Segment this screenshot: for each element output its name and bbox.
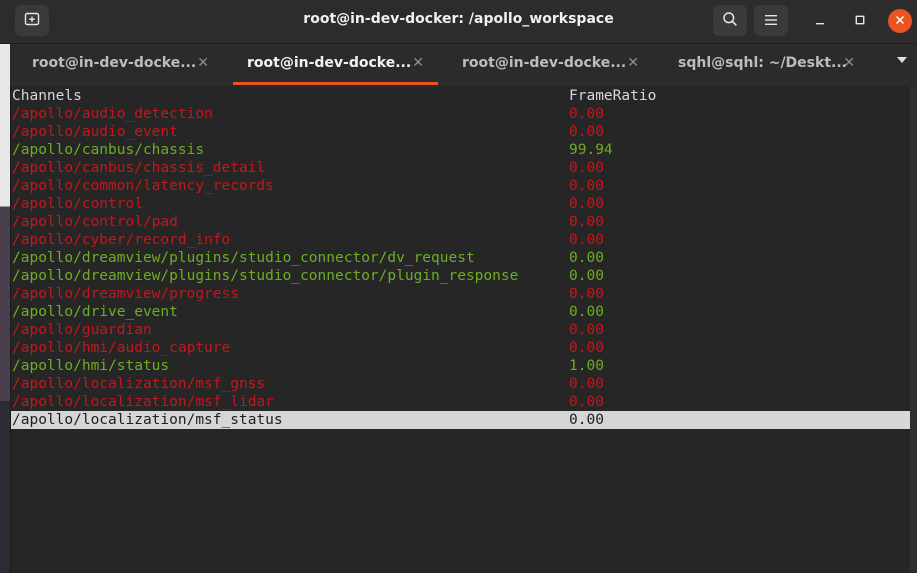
frame-ratio-value: 0.00	[569, 124, 604, 140]
frame-ratio-value: 0.00	[569, 160, 604, 176]
tab-4[interactable]: sqhl@sqhl: ~/Deskt... ✕	[656, 44, 877, 85]
table-row[interactable]: /apollo/common/latency_records 0.00	[11, 177, 911, 195]
frame-ratio-value: 0.00	[569, 340, 604, 356]
terminal-output[interactable]: Channels FrameRatio /apollo/audio_detect…	[10, 86, 911, 573]
table-row[interactable]: /apollo/hmi/audio_capture 0.00	[11, 339, 911, 357]
maximize-icon	[855, 14, 865, 29]
table-row[interactable]: /apollo/control/pad 0.00	[11, 213, 911, 231]
search-button[interactable]	[713, 5, 747, 36]
channel-name: /apollo/control/pad	[12, 214, 178, 230]
tab-label: root@in-dev-docke...	[462, 55, 627, 71]
tab-close-icon[interactable]: ✕	[843, 55, 855, 71]
frame-ratio-value: 0.00	[569, 322, 604, 338]
terminal-scrollbar[interactable]	[910, 86, 917, 573]
table-row[interactable]: /apollo/localization/msf_gnss 0.00	[11, 375, 911, 393]
frame-ratio-value: 0.00	[569, 232, 604, 248]
frame-ratio-value: 0.00	[569, 178, 604, 194]
table-row[interactable]: /apollo/localization/msf_status 0.00	[11, 411, 911, 429]
title-bar: root@in-dev-docker: /apollo_workspace	[0, 0, 917, 44]
frame-ratio-value: 0.00	[569, 376, 604, 392]
tab-bar: root@in-dev-docke... ✕ root@in-dev-docke…	[10, 44, 917, 85]
tab-3[interactable]: root@in-dev-docke... ✕	[440, 44, 661, 85]
tab-close-icon[interactable]: ✕	[197, 55, 209, 71]
table-row[interactable]: /apollo/dreamview/plugins/studio_connect…	[11, 249, 911, 267]
channel-name: /apollo/common/latency_records	[12, 178, 274, 194]
channel-name: /apollo/dreamview/progress	[12, 286, 239, 302]
tab-1[interactable]: root@in-dev-docke... ✕	[10, 44, 231, 85]
hamburger-menu-icon	[764, 11, 778, 30]
tab-list-dropdown-icon[interactable]	[897, 57, 907, 63]
channel-name: /apollo/hmi/status	[12, 358, 170, 374]
channel-name: /apollo/cyber/record_info	[12, 232, 231, 248]
frame-ratio-value: 0.00	[569, 412, 604, 428]
frame-ratio-header: FrameRatio	[569, 88, 657, 104]
table-row[interactable]: /apollo/canbus/chassis_detail 0.00	[11, 159, 911, 177]
search-icon	[722, 11, 738, 31]
maximize-button[interactable]	[848, 9, 872, 33]
menu-button[interactable]	[754, 5, 788, 36]
frame-ratio-value: 0.00	[569, 214, 604, 230]
channel-name: /apollo/canbus/chassis	[12, 142, 205, 158]
tab-label: sqhl@sqhl: ~/Deskt...	[678, 55, 847, 71]
tab-close-icon[interactable]: ✕	[412, 55, 424, 71]
frame-ratio-value: 0.00	[569, 304, 604, 320]
frame-ratio-value: 0.00	[569, 196, 604, 212]
channel-name: /apollo/dreamview/plugins/studio_connect…	[12, 268, 519, 284]
minimize-button[interactable]	[808, 9, 832, 33]
channel-name: /apollo/localization/msf_lidar	[12, 394, 274, 410]
frame-ratio-value: 0.00	[569, 106, 604, 122]
channel-name: /apollo/guardian	[12, 322, 152, 338]
channel-name: /apollo/hmi/audio_capture	[12, 340, 231, 356]
table-row[interactable]: /apollo/hmi/status 1.00	[11, 357, 911, 375]
table-row[interactable]: /apollo/audio_event 0.00	[11, 123, 911, 141]
tab-label: root@in-dev-docke...	[247, 55, 412, 71]
tab-label: root@in-dev-docke...	[32, 55, 197, 71]
table-row[interactable]: /apollo/drive_event 0.00	[11, 303, 911, 321]
channel-name: /apollo/control	[12, 196, 143, 212]
channel-name: /apollo/drive_event	[12, 304, 178, 320]
channel-name: /apollo/dreamview/plugins/studio_connect…	[12, 250, 475, 266]
close-button[interactable]	[888, 9, 912, 33]
channel-name: /apollo/canbus/chassis_detail	[12, 160, 266, 176]
channel-name: /apollo/localization/msf_gnss	[12, 376, 266, 392]
table-row[interactable]: /apollo/localization/msf_lidar 0.00	[11, 393, 911, 411]
table-header: Channels FrameRatio	[11, 87, 911, 105]
close-icon	[895, 14, 905, 29]
channels-header: Channels	[12, 88, 82, 104]
table-row[interactable]: /apollo/guardian 0.00	[11, 321, 911, 339]
channel-name: /apollo/localization/msf_status	[12, 412, 283, 428]
frame-ratio-value: 99.94	[569, 142, 613, 158]
frame-ratio-value: 1.00	[569, 358, 604, 374]
table-row[interactable]: /apollo/audio_detection 0.00	[11, 105, 911, 123]
table-row[interactable]: /apollo/dreamview/progress 0.00	[11, 285, 911, 303]
frame-ratio-value: 0.00	[569, 394, 604, 410]
frame-ratio-value: 0.00	[569, 286, 604, 302]
table-row[interactable]: /apollo/control 0.00	[11, 195, 911, 213]
table-row[interactable]: /apollo/canbus/chassis 99.94	[11, 141, 911, 159]
minimize-icon	[815, 14, 825, 29]
frame-ratio-value: 0.00	[569, 250, 604, 266]
table-row[interactable]: /apollo/cyber/record_info 0.00	[11, 231, 911, 249]
tab-2[interactable]: root@in-dev-docke... ✕	[233, 44, 438, 85]
terminal-window: root@in-dev-docker: /apollo_workspace ro…	[0, 0, 917, 573]
frame-ratio-value: 0.00	[569, 268, 604, 284]
channel-name: /apollo/audio_event	[12, 124, 178, 140]
table-row[interactable]: /apollo/dreamview/plugins/studio_connect…	[11, 267, 911, 285]
channel-name: /apollo/audio_detection	[12, 106, 213, 122]
tab-close-icon[interactable]: ✕	[627, 55, 639, 71]
